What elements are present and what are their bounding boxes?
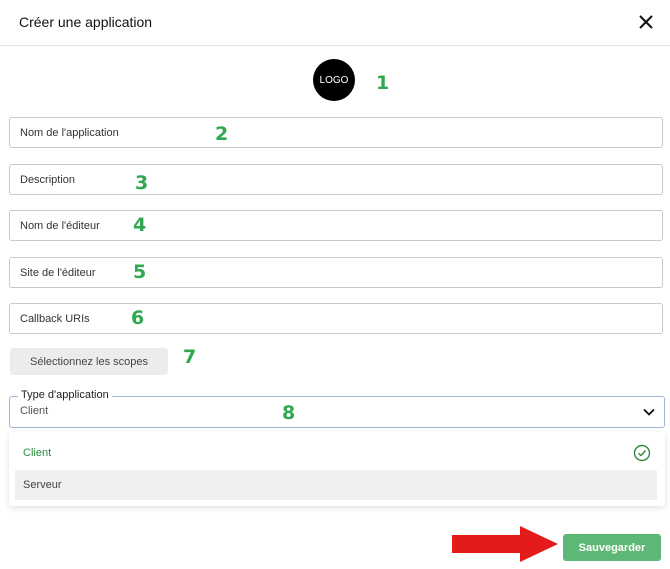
dialog-title: Créer une application: [19, 14, 153, 30]
annotation-8: 8: [282, 402, 296, 424]
description-field[interactable]: [9, 164, 663, 195]
annotation-3: 3: [135, 172, 149, 194]
app-logo[interactable]: LOGO: [313, 59, 355, 101]
annotation-6: 6: [131, 307, 145, 329]
red-arrow-icon: [452, 526, 558, 562]
annotation-4: 4: [133, 214, 147, 236]
editor-name-input[interactable]: [10, 211, 662, 240]
annotation-1: 1: [376, 72, 390, 94]
editor-site-input[interactable]: [10, 258, 662, 287]
description-input[interactable]: [10, 165, 662, 194]
annotation-7: 7: [183, 346, 197, 368]
app-type-label: Type d'application: [18, 389, 112, 401]
select-scopes-button[interactable]: Sélectionnez les scopes: [10, 348, 168, 375]
annotation-2: 2: [215, 123, 229, 145]
app-type-dropdown: Client Serveur: [9, 432, 665, 506]
callback-uris-field[interactable]: [9, 303, 663, 334]
editor-name-field[interactable]: [9, 210, 663, 241]
option-client-label: Client: [23, 447, 52, 459]
app-name-field[interactable]: [9, 117, 663, 148]
editor-site-field[interactable]: [9, 257, 663, 288]
app-type-value: Client: [20, 405, 49, 417]
save-button[interactable]: Sauvegarder: [563, 534, 661, 561]
option-serveur-label: Serveur: [23, 479, 62, 491]
app-name-input[interactable]: [10, 118, 662, 147]
dialog-header: Créer une application: [0, 0, 670, 46]
close-icon[interactable]: [636, 12, 656, 32]
callback-uris-input[interactable]: [10, 304, 662, 333]
check-circle-icon: [633, 444, 651, 462]
option-serveur[interactable]: Serveur: [15, 470, 657, 500]
annotation-5: 5: [133, 261, 147, 283]
chevron-down-icon[interactable]: [642, 405, 656, 419]
option-client[interactable]: Client: [15, 438, 657, 468]
app-type-select[interactable]: Type d'application Client: [9, 389, 665, 428]
